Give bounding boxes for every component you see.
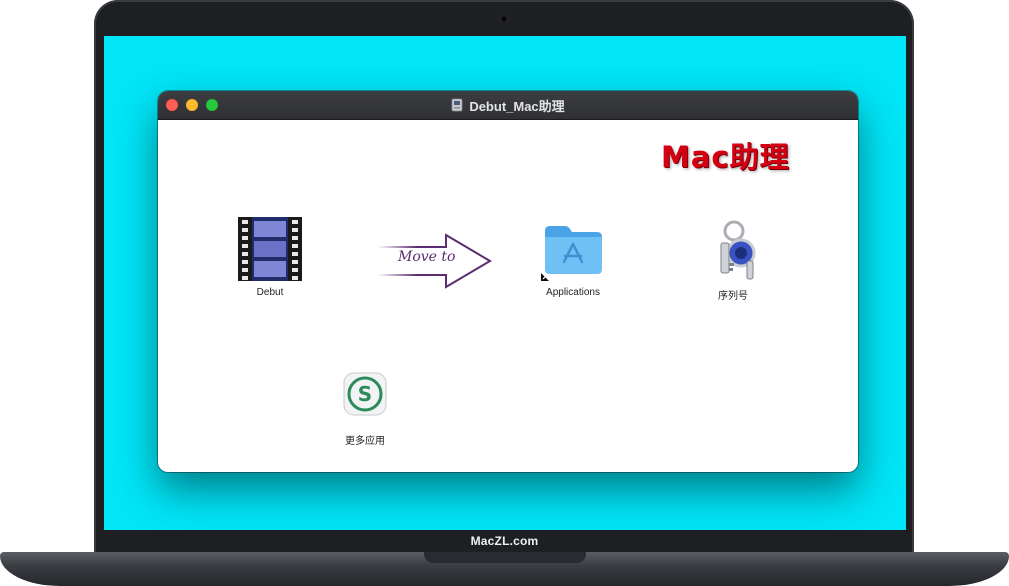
camera — [501, 16, 507, 22]
item-label: Applications — [546, 287, 600, 298]
device-label: MacZL.com — [470, 534, 539, 548]
desktop: Debut_Mac助理 Mac助理 Debut Move to Applicat… — [104, 36, 906, 530]
file-item-debut[interactable]: Debut — [210, 217, 330, 298]
laptop-notch — [424, 552, 586, 563]
svg-text:S: S — [358, 382, 372, 406]
file-item-more-apps[interactable]: S 更多应用 — [305, 362, 425, 447]
watermark: Mac助理 — [661, 140, 790, 174]
title-bar[interactable]: Debut_Mac助理 — [158, 91, 858, 120]
item-label: 更多应用 — [345, 436, 385, 447]
applications-folder-icon — [541, 226, 602, 281]
window-title: Debut_Mac助理 — [469, 98, 565, 114]
file-item-applications[interactable]: Applications — [513, 217, 633, 298]
film-reel-icon — [238, 217, 302, 281]
arrow-label: Move to — [398, 249, 456, 265]
item-label: Debut — [256, 287, 284, 298]
window-content: Mac助理 Debut Move to Applications 序列号 S 更… — [158, 119, 858, 472]
more-apps-icon: S — [343, 372, 387, 416]
move-to-arrow: Move to — [376, 233, 492, 289]
keychain-icon — [720, 220, 756, 280]
finder-window: Debut_Mac助理 Mac助理 Debut Move to Applicat… — [158, 91, 858, 472]
item-label: 序列号 — [718, 291, 748, 302]
disk-image-icon — [451, 98, 463, 112]
file-item-serial[interactable]: 序列号 — [673, 217, 793, 302]
